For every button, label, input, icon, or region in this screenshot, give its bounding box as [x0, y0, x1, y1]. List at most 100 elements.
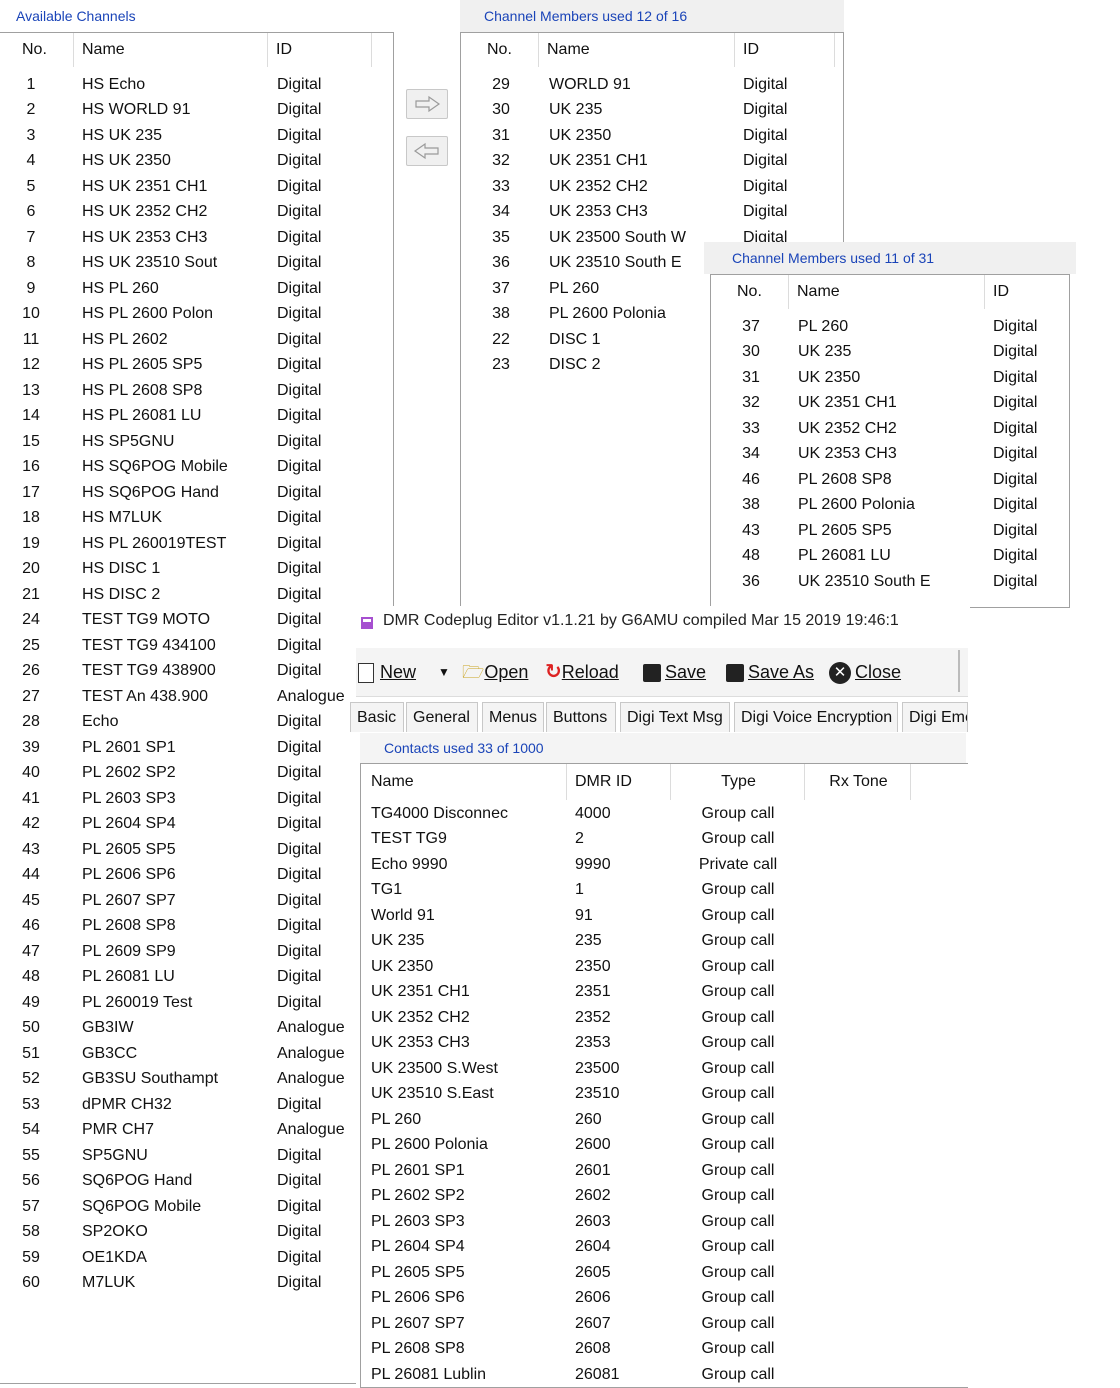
- save-as-button[interactable]: Save As: [726, 655, 814, 689]
- table-row[interactable]: 26 TEST TG9 438900 Digital: [0, 658, 393, 684]
- table-row[interactable]: PL 2602 SP2 2602 Group call: [361, 1183, 968, 1209]
- table-row[interactable]: UK 23500 S.West 23500 Group call: [361, 1056, 968, 1082]
- table-row[interactable]: 33 UK 2352 CH2 Digital: [461, 174, 843, 200]
- table-row[interactable]: 60 M7LUK Digital: [0, 1270, 393, 1296]
- col-type[interactable]: Type: [671, 764, 805, 800]
- table-row[interactable]: 42 PL 2604 SP4 Digital: [0, 811, 393, 837]
- table-row[interactable]: 4 HS UK 2350 Digital: [0, 148, 393, 174]
- table-row[interactable]: 59 OE1KDA Digital: [0, 1245, 393, 1271]
- table-row[interactable]: World 91 91 Group call: [361, 903, 968, 929]
- table-row[interactable]: PL 2607 SP7 2607 Group call: [361, 1311, 968, 1337]
- tab-buttons[interactable]: Buttons: [546, 702, 616, 732]
- table-row[interactable]: 2 HS WORLD 91 Digital: [0, 97, 393, 123]
- table-row[interactable]: 25 TEST TG9 434100 Digital: [0, 633, 393, 659]
- table-row[interactable]: PL 2605 SP5 2605 Group call: [361, 1260, 968, 1286]
- close-button[interactable]: ✕ Close: [829, 655, 901, 689]
- tab-digi-voice-encryption[interactable]: Digi Voice Encryption: [734, 702, 898, 732]
- table-row[interactable]: 43 PL 2605 SP5 Digital: [711, 518, 1069, 544]
- table-row[interactable]: 40 PL 2602 SP2 Digital: [0, 760, 393, 786]
- table-row[interactable]: 34 UK 2353 CH3 Digital: [711, 441, 1069, 467]
- table-row[interactable]: 58 SP2OKO Digital: [0, 1219, 393, 1245]
- table-row[interactable]: PL 2601 SP1 2601 Group call: [361, 1158, 968, 1184]
- tab-menus[interactable]: Menus: [482, 702, 544, 732]
- table-row[interactable]: 55 SP5GNU Digital: [0, 1143, 393, 1169]
- table-row[interactable]: 50 GB3IW Analogue: [0, 1015, 393, 1041]
- table-row[interactable]: 46 PL 2608 SP8 Digital: [0, 913, 393, 939]
- table-row[interactable]: 12 HS PL 2605 SP5 Digital: [0, 352, 393, 378]
- table-row[interactable]: 37 PL 260 Digital: [711, 314, 1069, 340]
- table-row[interactable]: 56 SQ6POG Hand Digital: [0, 1168, 393, 1194]
- table-row[interactable]: 15 HS SP5GNU Digital: [0, 429, 393, 455]
- table-row[interactable]: 20 HS DISC 1 Digital: [0, 556, 393, 582]
- table-row[interactable]: 45 PL 2607 SP7 Digital: [0, 888, 393, 914]
- table-row[interactable]: 30 UK 235 Digital: [711, 339, 1069, 365]
- table-row[interactable]: 47 PL 2609 SP9 Digital: [0, 939, 393, 965]
- table-row[interactable]: 32 UK 2351 CH1 Digital: [461, 148, 843, 174]
- table-row[interactable]: PL 26081 Lublin 26081 Group call: [361, 1362, 968, 1388]
- col-no[interactable]: No.: [461, 33, 539, 67]
- table-row[interactable]: 53 dPMR CH32 Digital: [0, 1092, 393, 1118]
- table-row[interactable]: 16 HS SQ6POG Mobile Digital: [0, 454, 393, 480]
- table-row[interactable]: 21 HS DISC 2 Digital: [0, 582, 393, 608]
- new-button[interactable]: New: [358, 655, 416, 689]
- table-row[interactable]: 44 PL 2606 SP6 Digital: [0, 862, 393, 888]
- new-dropdown-icon[interactable]: ▼: [438, 655, 450, 689]
- add-to-members-button[interactable]: [406, 89, 448, 119]
- col-name[interactable]: Name: [539, 33, 735, 67]
- table-row[interactable]: 31 UK 2350 Digital: [461, 123, 843, 149]
- table-row[interactable]: 39 PL 2601 SP1 Digital: [0, 735, 393, 761]
- table-row[interactable]: 27 TEST An 438.900 Analogue: [0, 684, 393, 710]
- table-row[interactable]: UK 2353 CH3 2353 Group call: [361, 1030, 968, 1056]
- col-no[interactable]: No.: [0, 33, 74, 67]
- table-row[interactable]: 38 PL 2600 Polonia Digital: [711, 492, 1069, 518]
- table-row[interactable]: 30 UK 235 Digital: [461, 97, 843, 123]
- table-row[interactable]: PL 2608 SP8 2608 Group call: [361, 1336, 968, 1362]
- table-row[interactable]: 14 HS PL 26081 LU Digital: [0, 403, 393, 429]
- tab-digi-emergency[interactable]: Digi Eme: [902, 702, 968, 732]
- reload-button[interactable]: ↻Reload: [545, 655, 619, 689]
- table-row[interactable]: 28 Echo Digital: [0, 709, 393, 735]
- channel-members-list-2[interactable]: No. Name ID 37 PL 260 Digital 30 UK 235 Digit…: [710, 274, 1070, 608]
- col-no[interactable]: No.: [711, 275, 789, 309]
- tab-digi-text-msg[interactable]: Digi Text Msg: [620, 702, 730, 732]
- col-rx-tone[interactable]: Rx Tone: [805, 764, 911, 800]
- col-id[interactable]: ID: [735, 33, 835, 67]
- table-row[interactable]: 3 HS UK 235 Digital: [0, 123, 393, 149]
- table-row[interactable]: 1 HS Echo Digital: [0, 72, 393, 98]
- table-row[interactable]: 13 HS PL 2608 SP8 Digital: [0, 378, 393, 404]
- table-row[interactable]: 57 SQ6POG Mobile Digital: [0, 1194, 393, 1220]
- table-row[interactable]: UK 2351 CH1 2351 Group call: [361, 979, 968, 1005]
- table-row[interactable]: 49 PL 260019 Test Digital: [0, 990, 393, 1016]
- table-row[interactable]: 18 HS M7LUK Digital: [0, 505, 393, 531]
- col-name[interactable]: Name: [74, 33, 268, 67]
- table-row[interactable]: 31 UK 2350 Digital: [711, 365, 1069, 391]
- table-row[interactable]: 54 PMR CH7 Analogue: [0, 1117, 393, 1143]
- table-row[interactable]: Echo 9990 9990 Private call: [361, 852, 968, 878]
- tab-general[interactable]: General: [406, 702, 478, 732]
- table-row[interactable]: UK 2352 CH2 2352 Group call: [361, 1005, 968, 1031]
- table-row[interactable]: PL 2604 SP4 2604 Group call: [361, 1234, 968, 1260]
- table-row[interactable]: 17 HS SQ6POG Hand Digital: [0, 480, 393, 506]
- remove-from-members-button[interactable]: [406, 136, 448, 166]
- table-row[interactable]: 52 GB3SU Southampt Analogue: [0, 1066, 393, 1092]
- table-row[interactable]: PL 2600 Polonia 2600 Group call: [361, 1132, 968, 1158]
- table-row[interactable]: 29 WORLD 91 Digital: [461, 72, 843, 98]
- col-id[interactable]: ID: [268, 33, 372, 67]
- table-row[interactable]: PL 2603 SP3 2603 Group call: [361, 1209, 968, 1235]
- col-dmr-id[interactable]: DMR ID: [567, 764, 671, 800]
- table-row[interactable]: 48 PL 26081 LU Digital: [711, 543, 1069, 569]
- table-row[interactable]: 48 PL 26081 LU Digital: [0, 964, 393, 990]
- col-name[interactable]: Name: [789, 275, 985, 309]
- save-button[interactable]: Save: [643, 655, 706, 689]
- table-row[interactable]: UK 23510 S.East 23510 Group call: [361, 1081, 968, 1107]
- col-id[interactable]: ID: [985, 275, 1069, 309]
- col-contact-name[interactable]: Name: [361, 764, 567, 800]
- table-row[interactable]: PL 2606 SP6 2606 Group call: [361, 1285, 968, 1311]
- table-row[interactable]: 36 UK 23510 South E Digital: [711, 569, 1069, 595]
- table-row[interactable]: 11 HS PL 2602 Digital: [0, 327, 393, 353]
- tab-basic[interactable]: Basic: [350, 702, 404, 732]
- table-row[interactable]: 9 HS PL 260 Digital: [0, 276, 393, 302]
- table-row[interactable]: TG1 1 Group call: [361, 877, 968, 903]
- table-row[interactable]: 41 PL 2603 SP3 Digital: [0, 786, 393, 812]
- table-row[interactable]: TEST TG9 2 Group call: [361, 826, 968, 852]
